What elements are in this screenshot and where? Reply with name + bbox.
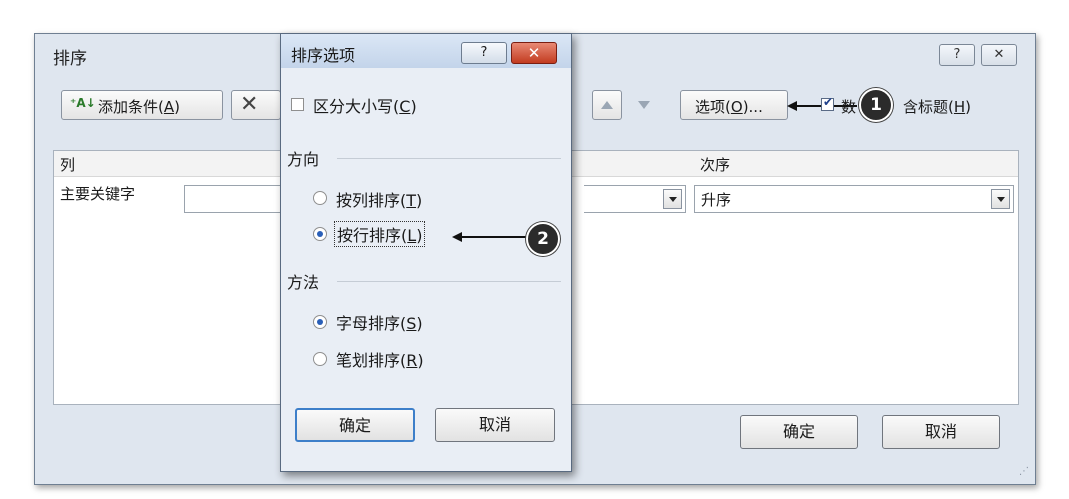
stroke-sort-label: 笔划排序(R) (336, 351, 424, 370)
dialog-titlebar: 排序选项 ? ✕ (281, 34, 571, 68)
resize-grip-icon[interactable]: ⋰ (1019, 466, 1029, 477)
column-header-col: 列 (60, 156, 76, 174)
delete-icon: ✕ (240, 92, 259, 117)
window-title: 排序 (53, 49, 87, 69)
chevron-down-icon[interactable] (991, 189, 1010, 209)
close-button[interactable]: ✕ (981, 44, 1017, 66)
callout-arrow-2 (452, 232, 532, 242)
move-up-button[interactable] (592, 90, 622, 120)
sort-on-select[interactable] (584, 185, 686, 213)
sort-by-column-label: 按列排序(T) (336, 191, 423, 210)
delete-level-button[interactable]: ✕ (231, 90, 281, 120)
help-button[interactable]: ? (939, 44, 975, 66)
ok-button[interactable]: 确定 (740, 415, 858, 449)
order-value: 升序 (701, 191, 732, 209)
add-level-button[interactable]: ⁺A↓ 添加条件(A) (61, 90, 223, 120)
sort-az-icon: ⁺A↓ (70, 96, 96, 110)
sort-by-row-label: 按行排序(L) (334, 221, 426, 247)
move-down-button[interactable] (630, 90, 660, 120)
orientation-divider (337, 158, 561, 159)
sort-by-column-radio[interactable] (313, 191, 327, 205)
method-title: 方法 (287, 273, 320, 292)
checkmark-icon: ✔ (823, 95, 834, 109)
column-header-order: 次序 (700, 156, 731, 174)
dialog-title: 排序选项 (291, 46, 356, 65)
callout-marker-2: 2 (526, 222, 560, 256)
add-level-label: 添加条件(A) (98, 98, 180, 116)
orientation-title: 方向 (287, 150, 320, 169)
cancel-button[interactable]: 取消 (882, 415, 1000, 449)
order-select[interactable]: 升序 (694, 185, 1014, 213)
dialog-help-button[interactable]: ? (461, 42, 507, 64)
sort-options-dialog: 排序选项 ? ✕ 区分大小写(C) 方向 按列排序(T) 按行排序(L) 方法 … (280, 33, 572, 472)
options-button[interactable]: 选项(O)... (680, 90, 788, 120)
method-divider (337, 281, 561, 282)
letter-sort-label: 字母排序(S) (336, 314, 423, 333)
options-label: 选项(O)... (695, 98, 763, 116)
sort-by-row-radio[interactable] (313, 227, 327, 241)
dialog-ok-button[interactable]: 确定 (295, 408, 415, 442)
callout-marker-1: 1 (859, 88, 893, 122)
case-sensitive-checkbox[interactable] (291, 98, 304, 111)
dialog-cancel-button[interactable]: 取消 (435, 408, 555, 442)
case-sensitive-label: 区分大小写(C) (313, 97, 417, 116)
has-headers-label-end: 含标题(H) (903, 98, 972, 116)
chevron-down-icon[interactable] (663, 189, 682, 209)
has-headers-checkbox[interactable]: ✔ (821, 95, 834, 111)
letter-sort-radio[interactable] (313, 315, 327, 329)
arrow-down-icon (638, 101, 650, 109)
stroke-sort-radio[interactable] (313, 352, 327, 366)
has-headers-label-start: 数 (841, 98, 857, 116)
dialog-close-button[interactable]: ✕ (511, 42, 557, 64)
arrow-up-icon (601, 101, 613, 109)
primary-key-label: 主要关键字 (60, 185, 136, 203)
